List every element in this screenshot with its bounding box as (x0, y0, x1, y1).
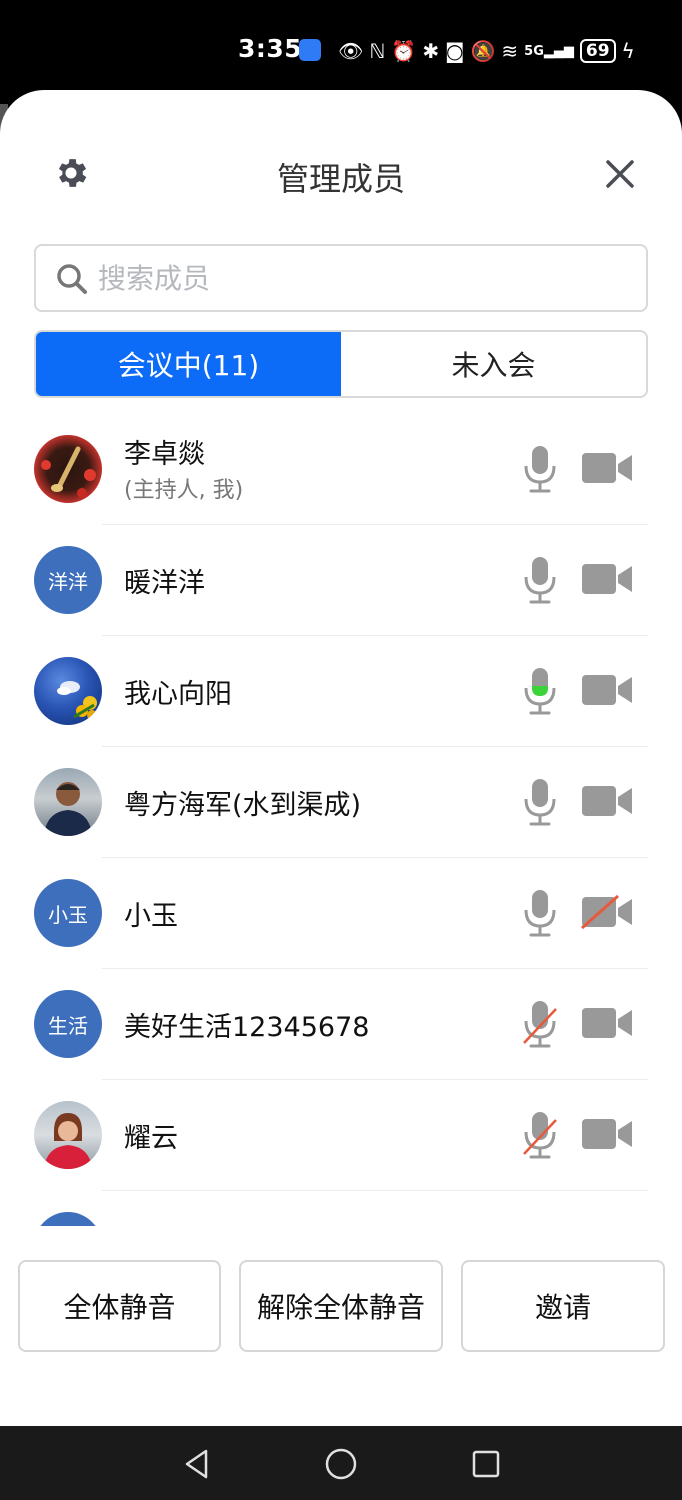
member-name: 小玉 (124, 901, 178, 932)
member-role: (主持人, 我) (124, 478, 244, 503)
avatar (34, 1212, 102, 1226)
status-bar: 3:35 👁 ℕ ⏰ ✱ ◙ 🔕 ≋ 5G▂▄▆ 69 ϟ (0, 0, 682, 100)
mic-icon[interactable] (522, 555, 558, 605)
search-box[interactable] (34, 244, 648, 312)
member-row[interactable]: 洋洋 暖洋洋 (0, 525, 682, 636)
camera-status-icon: ◙ (445, 39, 465, 63)
avatar: 洋洋 (34, 546, 102, 614)
camera-icon[interactable] (580, 783, 634, 819)
search-icon (57, 264, 87, 294)
member-row[interactable]: 耀云 (0, 1080, 682, 1191)
member-name: 耀云 (124, 1123, 178, 1154)
camera-icon[interactable] (580, 1005, 634, 1041)
camera-icon[interactable] (580, 672, 634, 708)
member-name: 暖洋洋 (124, 568, 205, 599)
invite-button[interactable]: 邀请 (461, 1260, 665, 1352)
back-icon[interactable] (182, 1448, 212, 1480)
member-list[interactable]: 李卓燚 (主持人, 我) 洋洋 暖洋洋 我心向阳 粤方海军(水到渠成) 小玉 小… (0, 414, 682, 1226)
member-name: 美好生活12345678 (124, 1012, 370, 1043)
member-row[interactable]: 粤方海军(水到渠成) (0, 747, 682, 858)
camera-icon[interactable] (580, 561, 634, 597)
mic-icon[interactable] (522, 888, 558, 938)
member-row[interactable] (0, 1191, 682, 1226)
mic-speaking-icon[interactable] (522, 666, 558, 716)
member-name: 我心向阳 (124, 679, 232, 710)
member-name: 李卓燚 (124, 439, 205, 470)
avatar: 生活 (34, 990, 102, 1058)
recents-icon[interactable] (471, 1449, 501, 1479)
alarm-icon: ⏰ (391, 39, 417, 63)
close-icon[interactable] (600, 154, 640, 194)
mute-all-button[interactable]: 全体静音 (18, 1260, 221, 1352)
avatar (34, 435, 102, 503)
member-row[interactable]: 小玉 小玉 (0, 858, 682, 969)
battery-icon: 69 (579, 39, 616, 63)
page-title: 管理成员 (276, 160, 405, 198)
mic-icon[interactable] (522, 444, 558, 494)
status-icons: 👁 ℕ ⏰ ✱ ◙ 🔕 ≋ 5G▂▄▆ 69 ϟ (338, 36, 635, 66)
bluetooth-icon: ✱ (422, 39, 440, 63)
status-time: 3:35 (238, 34, 303, 63)
member-row[interactable]: 生活 美好生活12345678 (0, 969, 682, 1080)
search-input[interactable] (98, 246, 638, 310)
manage-members-sheet: 管理成员 会议中(11) 未入会 李卓燚 (主持人, 我) (0, 90, 682, 1426)
member-row[interactable]: 李卓燚 (主持人, 我) (0, 414, 682, 525)
app-notification-icon (299, 39, 321, 61)
unmute-all-button[interactable]: 解除全体静音 (239, 1260, 443, 1352)
home-icon[interactable] (324, 1447, 358, 1481)
mic-muted-icon[interactable] (522, 999, 558, 1049)
silent-icon: 🔕 (470, 39, 496, 63)
avatar (34, 657, 102, 725)
tab-not-joined[interactable]: 未入会 (341, 332, 646, 396)
signal-icon: 5G▂▄▆ (524, 43, 574, 59)
avatar (34, 768, 102, 836)
charging-icon: ϟ (621, 39, 635, 63)
camera-icon[interactable] (580, 450, 634, 486)
eye-icon: 👁 (338, 39, 364, 63)
nfc-icon: ℕ (369, 39, 386, 63)
mic-muted-icon[interactable] (522, 1110, 558, 1160)
member-row[interactable]: 我心向阳 (0, 636, 682, 747)
navigation-bar (0, 1426, 682, 1500)
camera-icon[interactable] (580, 1116, 634, 1152)
member-tabs: 会议中(11) 未入会 (34, 330, 648, 398)
camera-off-icon[interactable] (580, 894, 634, 930)
mic-icon[interactable] (522, 777, 558, 827)
wifi-icon: ≋ (501, 39, 519, 63)
member-name: 粤方海军(水到渠成) (124, 790, 362, 821)
tab-in-meeting[interactable]: 会议中(11) (36, 332, 341, 396)
avatar (34, 1101, 102, 1169)
avatar: 小玉 (34, 879, 102, 947)
